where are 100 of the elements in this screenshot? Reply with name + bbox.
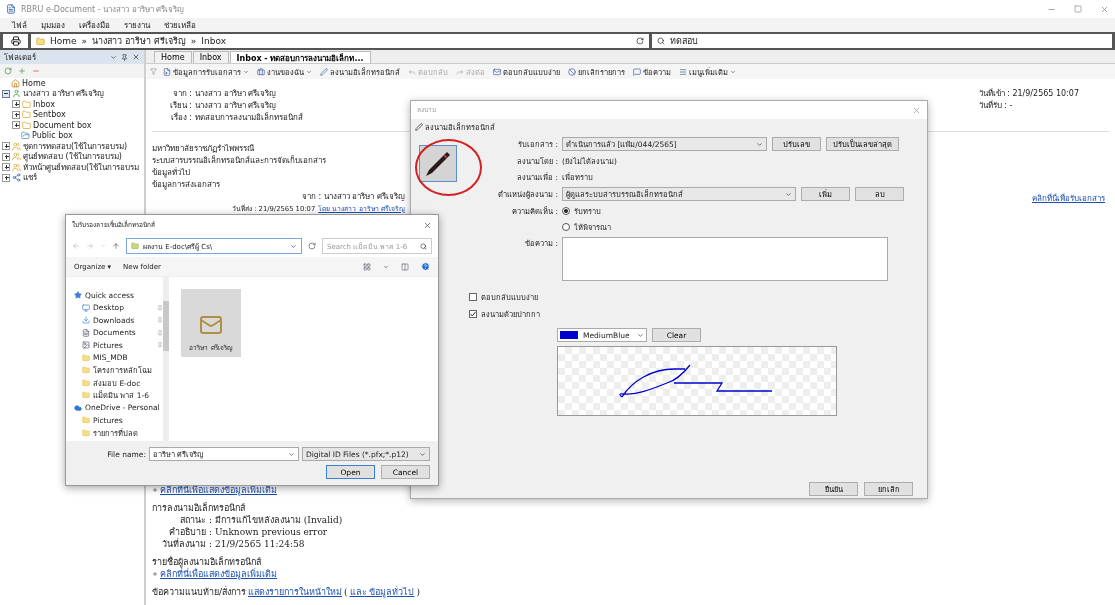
caret-icon xyxy=(756,140,763,148)
field-label: วันที่ลงนาม : xyxy=(161,538,212,550)
close-icon[interactable] xyxy=(912,105,921,115)
menu-item[interactable]: มุมมอง xyxy=(41,18,65,32)
group-folder-icon xyxy=(12,141,21,151)
pen-button[interactable] xyxy=(419,145,457,182)
star-icon xyxy=(74,291,82,300)
field-value: นางสาว อาริษา ศรีเจริญ xyxy=(195,101,278,111)
folder-icon xyxy=(82,353,90,362)
expand-icon[interactable] xyxy=(12,121,20,130)
folder-icon xyxy=(82,428,90,437)
folder-icon xyxy=(82,416,90,425)
menu-item[interactable]: เครื่องมือ xyxy=(79,18,110,32)
caret-icon xyxy=(306,68,312,75)
expand-icon[interactable] xyxy=(12,100,20,109)
panel-title: โฟลเดอร์ xyxy=(4,51,37,64)
download-icon xyxy=(82,316,90,325)
attachment-label: ข้อความแนบท้าย/สั่งการ xyxy=(152,586,247,598)
preview-pane-icon[interactable] xyxy=(401,262,409,271)
field-label: เรียน : xyxy=(168,101,192,111)
folder-icon xyxy=(36,36,45,46)
close-icon[interactable] xyxy=(1100,4,1109,14)
more-info-link[interactable]: คลิกที่นี่เพื่อแสดงข้อมูลเพิ่มเติม xyxy=(160,568,277,580)
breadcrumb-item[interactable]: Inbox xyxy=(201,36,226,46)
date-text: วันที่เข้า : 21/9/2565 10:07 xyxy=(978,89,1079,99)
dropdown-icon[interactable] xyxy=(110,53,117,61)
breadcrumb-item[interactable]: Home xyxy=(50,36,77,46)
refresh-icon[interactable] xyxy=(308,242,316,250)
collapse-icon[interactable] xyxy=(2,89,10,98)
up-icon[interactable] xyxy=(112,242,120,250)
tree-item[interactable]: Home xyxy=(22,78,46,88)
toolbar-icon xyxy=(408,67,416,76)
view-icon[interactable] xyxy=(363,262,371,271)
tab[interactable]: Inbox xyxy=(192,51,229,63)
folder-icon xyxy=(22,99,31,109)
pen-icon xyxy=(415,123,423,131)
toolbar-icon xyxy=(679,67,687,76)
parenthesis: ) xyxy=(416,586,420,598)
tab[interactable]: Inbox - ทดสอบการลงนามอิเล็กท... xyxy=(229,51,371,63)
expand-icon[interactable] xyxy=(2,142,10,151)
sender-text: จาก : นางสาว อาริษา ศรีเจริญ xyxy=(302,192,405,202)
radio-button[interactable] xyxy=(562,223,570,231)
tree-item[interactable]: Document box xyxy=(33,120,92,130)
caret-icon xyxy=(290,242,297,250)
tree-item[interactable]: แชร์ xyxy=(23,171,37,185)
toolbar-icon xyxy=(568,67,576,76)
tree-item[interactable]: Public box xyxy=(32,131,73,141)
menu-item[interactable]: ช่วยเหลือ xyxy=(164,18,196,32)
general-info-link[interactable]: และ ข้อมูลทั่วไป xyxy=(349,586,415,598)
field-value: 21/9/2565 11:24:58 xyxy=(215,538,306,550)
body-text: ระบบสารบรรณอิเล็กทรอนิกส์และการจัดเก็บเอกสาร xyxy=(152,156,327,166)
show-list-link[interactable]: แสดงรายการในหน้าใหม่ xyxy=(248,586,343,598)
field-value: นางสาว อาริษา ศรีเจริญ xyxy=(195,89,278,99)
expand-icon[interactable] xyxy=(12,110,20,119)
close-icon[interactable] xyxy=(132,53,140,61)
desktop-icon xyxy=(82,303,90,312)
menu-item[interactable]: รายงาน xyxy=(124,18,150,32)
expand-icon[interactable] xyxy=(2,173,10,182)
help-icon[interactable] xyxy=(421,262,430,271)
folder-icon xyxy=(22,110,31,120)
folder-icon xyxy=(82,366,90,375)
folder-icon xyxy=(131,242,139,250)
field-label: จาก : xyxy=(171,89,192,99)
tree-item[interactable]: นางสาว อาริษา ศรีเจริญ xyxy=(23,87,105,101)
checkbox[interactable] xyxy=(469,310,477,318)
receive-link[interactable]: คลิกที่นี่เพื่อรับเอกสาร xyxy=(1032,194,1105,204)
radio-button[interactable] xyxy=(562,207,570,215)
field-label: สถานะ : xyxy=(179,514,212,526)
expand-icon[interactable] xyxy=(2,152,10,161)
close-icon[interactable] xyxy=(423,220,432,230)
expand-icon[interactable] xyxy=(2,163,10,172)
menu-item[interactable]: ไฟล์ xyxy=(12,18,27,32)
printer-icon xyxy=(10,36,21,46)
tree-item[interactable]: ชุดการทดสอบ(ใช้ในการอบรม) xyxy=(23,139,128,153)
home-icon xyxy=(11,78,20,88)
breadcrumb-item[interactable]: นางสาว อาริษา ศรีเจริญ xyxy=(92,34,186,48)
print-button[interactable] xyxy=(3,34,28,48)
message-field[interactable] xyxy=(562,237,888,281)
field-value: ทดสอบการลงนามอิเล็กทรอนิกส์ xyxy=(195,113,303,123)
user-icon xyxy=(12,89,21,99)
tree-item[interactable]: Inbox xyxy=(33,99,55,109)
checkbox[interactable] xyxy=(469,293,477,301)
refresh-icon[interactable] xyxy=(4,67,12,75)
body-text: ข้อมูลการส่งเอกสาร xyxy=(152,180,221,190)
tree-item[interactable]: Sentbox xyxy=(33,110,66,120)
dropdown-icon[interactable] xyxy=(383,263,389,270)
search-field[interactable]: ทดสอบ xyxy=(652,34,1112,48)
toolbar-icon xyxy=(257,67,265,76)
tab[interactable]: Home xyxy=(154,51,192,63)
folder-icon xyxy=(21,131,30,141)
signature-pad[interactable] xyxy=(557,346,837,416)
toolbar-icon xyxy=(163,67,171,76)
picture-icon xyxy=(82,341,90,350)
pin-icon[interactable] xyxy=(121,53,128,61)
caret-icon xyxy=(637,331,644,339)
expand-icon xyxy=(152,571,158,577)
more-info-link[interactable]: คลิกที่นี่เพื่อแสดงข้อมูลเพิ่มเติม xyxy=(160,484,277,496)
refresh-icon[interactable] xyxy=(636,37,644,45)
date-text: วันที่รับ : - xyxy=(978,101,1013,111)
share-icon xyxy=(12,173,21,183)
